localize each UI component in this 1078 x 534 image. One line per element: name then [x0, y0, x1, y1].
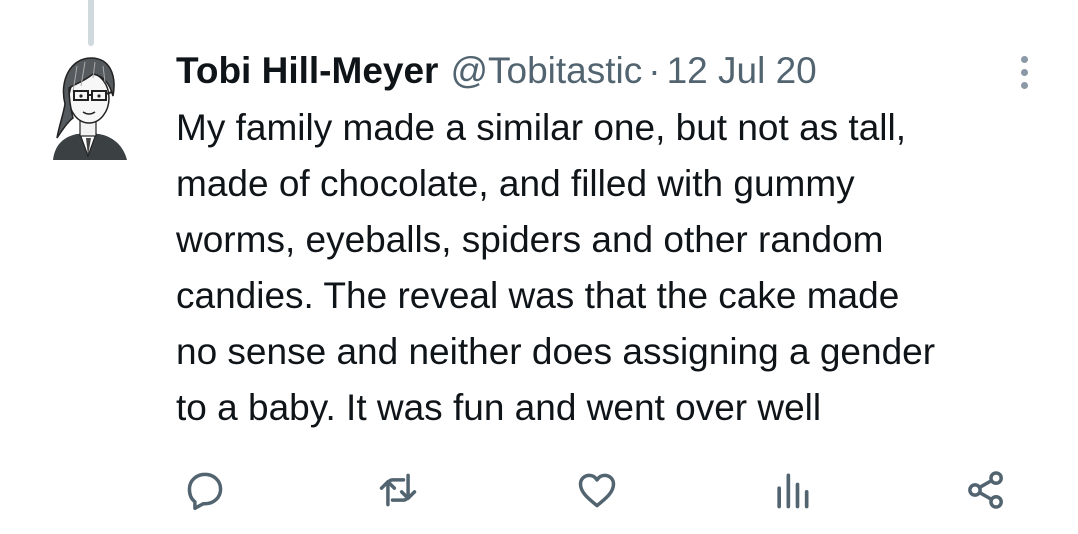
- views-button[interactable]: [764, 462, 820, 518]
- share-icon: [968, 471, 1003, 509]
- more-vertical-icon-dot: [1020, 81, 1028, 89]
- more-vertical-icon-dot: [1020, 55, 1028, 63]
- more-options-button[interactable]: [1012, 52, 1036, 92]
- tweet-header: Tobi Hill-Meyer @Tobitastic · 12 Jul 20: [176, 46, 817, 96]
- author-display-name[interactable]: Tobi Hill-Meyer: [176, 46, 438, 96]
- tweet-timestamp[interactable]: 12 Jul 20: [667, 46, 817, 96]
- retweet-button[interactable]: [370, 462, 426, 518]
- like-icon: [578, 473, 616, 508]
- share-button[interactable]: [958, 462, 1014, 518]
- reply-icon: [187, 472, 223, 511]
- tweet-text-line: candies. The reveal was that the cake ma…: [176, 275, 900, 316]
- more-vertical-icon-dot: [1020, 68, 1028, 76]
- tweet-text-line: worms, eyeballs, spiders and other rando…: [176, 219, 884, 260]
- tweet-text-line: no sense and neither does assigning a ge…: [176, 331, 936, 372]
- tweet-action-bar: [0, 462, 1078, 518]
- thread-connector-line: [88, 0, 94, 46]
- views-icon: [777, 473, 809, 509]
- header-separator: ·: [648, 50, 661, 91]
- tweet-text: My family made a similar one, but not as…: [176, 100, 1056, 436]
- tweet-text-line: to a baby. It was fun and went over well: [176, 387, 822, 428]
- author-handle[interactable]: @Tobitastic: [450, 46, 642, 96]
- like-button[interactable]: [569, 462, 625, 518]
- tweet-text-line: My family made a similar one, but not as…: [176, 107, 907, 148]
- reply-button[interactable]: [177, 462, 233, 518]
- tweet-text-line: made of chocolate, and filled with gummy: [176, 163, 855, 204]
- retweet-icon: [379, 473, 417, 507]
- avatar[interactable]: [47, 52, 129, 164]
- avatar-portrait-icon: [53, 57, 127, 160]
